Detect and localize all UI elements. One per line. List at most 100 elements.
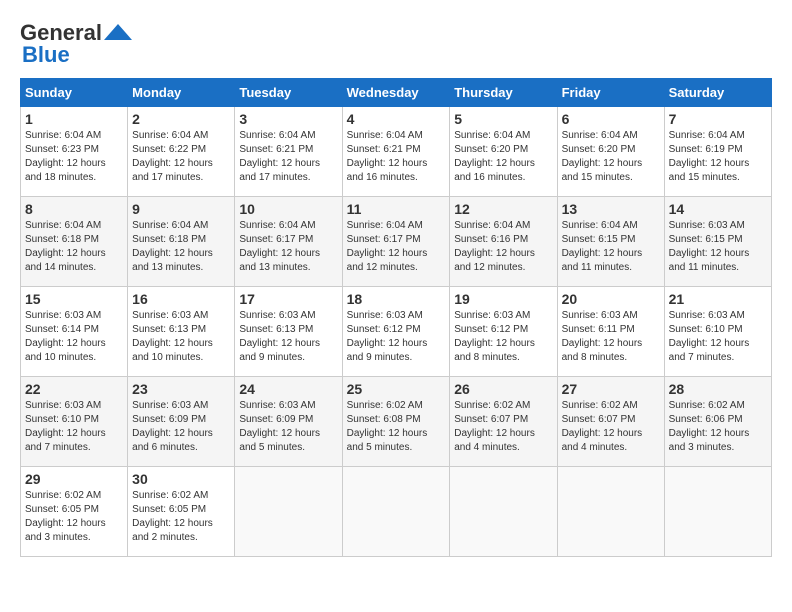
calendar-cell: 1Sunrise: 6:04 AMSunset: 6:23 PMDaylight… — [21, 107, 128, 197]
day-number: 14 — [669, 201, 767, 217]
day-number: 26 — [454, 381, 552, 397]
day-info: Sunrise: 6:03 AMSunset: 6:12 PMDaylight:… — [454, 310, 535, 363]
calendar-cell: 20 Sunrise: 6:03 AMSunset: 6:11 PMDayligh… — [557, 287, 664, 377]
day-number: 2 — [132, 111, 230, 127]
day-info: Sunrise: 6:03 AMSunset: 6:15 PMDaylight:… — [669, 220, 750, 273]
calendar-cell: 11Sunrise: 6:04 AMSunset: 6:17 PMDayligh… — [342, 197, 450, 287]
day-number: 10 — [239, 201, 337, 217]
day-info: Sunrise: 6:03 AMSunset: 6:11 PMDaylight:… — [562, 310, 643, 363]
calendar-cell: 17 Sunrise: 6:03 AMSunset: 6:13 PMDayligh… — [235, 287, 342, 377]
calendar-cell: 8 Sunrise: 6:04 AMSunset: 6:18 PMDaylight… — [21, 197, 128, 287]
calendar-cell: 15Sunrise: 6:03 AMSunset: 6:14 PMDayligh… — [21, 287, 128, 377]
day-info: Sunrise: 6:04 AMSunset: 6:15 PMDaylight:… — [562, 220, 643, 273]
calendar-cell — [664, 467, 771, 557]
day-number: 19 — [454, 291, 552, 307]
day-info: Sunrise: 6:02 AMSunset: 6:05 PMDaylight:… — [25, 490, 106, 543]
day-info: Sunrise: 6:04 AMSunset: 6:22 PMDaylight:… — [132, 130, 213, 183]
day-number: 1 — [25, 111, 123, 127]
day-number: 28 — [669, 381, 767, 397]
calendar-cell: 5 Sunrise: 6:04 AMSunset: 6:20 PMDaylight… — [450, 107, 557, 197]
header-tuesday: Tuesday — [235, 79, 342, 107]
day-number: 24 — [239, 381, 337, 397]
calendar-cell: 6 Sunrise: 6:04 AMSunset: 6:20 PMDaylight… — [557, 107, 664, 197]
calendar-row-2: 15Sunrise: 6:03 AMSunset: 6:14 PMDayligh… — [21, 287, 772, 377]
header-saturday: Saturday — [664, 79, 771, 107]
calendar-cell: 21 Sunrise: 6:03 AMSunset: 6:10 PMDayligh… — [664, 287, 771, 377]
day-info: Sunrise: 6:03 AMSunset: 6:13 PMDaylight:… — [239, 310, 320, 363]
calendar-row-0: 1Sunrise: 6:04 AMSunset: 6:23 PMDaylight… — [21, 107, 772, 197]
day-info: Sunrise: 6:04 AMSunset: 6:17 PMDaylight:… — [239, 220, 320, 273]
day-number: 18 — [347, 291, 446, 307]
day-number: 8 — [25, 201, 123, 217]
calendar-cell: 28 Sunrise: 6:02 AMSunset: 6:06 PMDayligh… — [664, 377, 771, 467]
calendar-cell: 26 Sunrise: 6:02 AMSunset: 6:07 PMDayligh… — [450, 377, 557, 467]
calendar-cell: 29 Sunrise: 6:02 AMSunset: 6:05 PMDayligh… — [21, 467, 128, 557]
day-number: 9 — [132, 201, 230, 217]
day-number: 16 — [132, 291, 230, 307]
day-number: 11 — [347, 201, 446, 217]
logo-blue: Blue — [22, 42, 70, 68]
header-monday: Monday — [128, 79, 235, 107]
calendar-cell — [557, 467, 664, 557]
calendar-cell — [342, 467, 450, 557]
day-info: Sunrise: 6:04 AMSunset: 6:21 PMDaylight:… — [239, 130, 320, 183]
calendar-cell: 7 Sunrise: 6:04 AMSunset: 6:19 PMDaylight… — [664, 107, 771, 197]
day-number: 29 — [25, 471, 123, 487]
calendar-cell — [450, 467, 557, 557]
calendar-cell: 22Sunrise: 6:03 AMSunset: 6:10 PMDayligh… — [21, 377, 128, 467]
day-number: 25 — [347, 381, 446, 397]
calendar-cell: 24Sunrise: 6:03 AMSunset: 6:09 PMDayligh… — [235, 377, 342, 467]
calendar-cell: 16 Sunrise: 6:03 AMSunset: 6:13 PMDayligh… — [128, 287, 235, 377]
day-info: Sunrise: 6:03 AMSunset: 6:09 PMDaylight:… — [132, 400, 213, 453]
day-number: 7 — [669, 111, 767, 127]
calendar-row-3: 22Sunrise: 6:03 AMSunset: 6:10 PMDayligh… — [21, 377, 772, 467]
header-thursday: Thursday — [450, 79, 557, 107]
header-friday: Friday — [557, 79, 664, 107]
day-number: 20 — [562, 291, 660, 307]
calendar-cell: 14 Sunrise: 6:03 AMSunset: 6:15 PMDayligh… — [664, 197, 771, 287]
day-info: Sunrise: 6:03 AMSunset: 6:12 PMDaylight:… — [347, 310, 428, 363]
day-info: Sunrise: 6:02 AMSunset: 6:08 PMDaylight:… — [347, 400, 428, 453]
calendar-row-4: 29 Sunrise: 6:02 AMSunset: 6:05 PMDayligh… — [21, 467, 772, 557]
day-info: Sunrise: 6:03 AMSunset: 6:13 PMDaylight:… — [132, 310, 213, 363]
day-number: 21 — [669, 291, 767, 307]
day-number: 30 — [132, 471, 230, 487]
calendar-cell: 2 Sunrise: 6:04 AMSunset: 6:22 PMDaylight… — [128, 107, 235, 197]
header: General Blue — [20, 20, 772, 68]
day-number: 22 — [25, 381, 123, 397]
day-info: Sunrise: 6:04 AMSunset: 6:21 PMDaylight:… — [347, 130, 428, 183]
calendar-cell: 3 Sunrise: 6:04 AMSunset: 6:21 PMDaylight… — [235, 107, 342, 197]
day-number: 15 — [25, 291, 123, 307]
day-info: Sunrise: 6:04 AMSunset: 6:18 PMDaylight:… — [25, 220, 106, 273]
day-info: Sunrise: 6:04 AMSunset: 6:19 PMDaylight:… — [669, 130, 750, 183]
day-info: Sunrise: 6:02 AMSunset: 6:07 PMDaylight:… — [454, 400, 535, 453]
day-info: Sunrise: 6:02 AMSunset: 6:05 PMDaylight:… — [132, 490, 213, 543]
day-info: Sunrise: 6:04 AMSunset: 6:18 PMDaylight:… — [132, 220, 213, 273]
calendar-cell — [235, 467, 342, 557]
day-info: Sunrise: 6:04 AMSunset: 6:20 PMDaylight:… — [562, 130, 643, 183]
day-info: Sunrise: 6:02 AMSunset: 6:06 PMDaylight:… — [669, 400, 750, 453]
calendar-cell: 9 Sunrise: 6:04 AMSunset: 6:18 PMDaylight… — [128, 197, 235, 287]
calendar-cell: 4Sunrise: 6:04 AMSunset: 6:21 PMDaylight… — [342, 107, 450, 197]
header-sunday: Sunday — [21, 79, 128, 107]
header-wednesday: Wednesday — [342, 79, 450, 107]
day-number: 5 — [454, 111, 552, 127]
calendar-table: SundayMondayTuesdayWednesdayThursdayFrid… — [20, 78, 772, 557]
calendar-header-row: SundayMondayTuesdayWednesdayThursdayFrid… — [21, 79, 772, 107]
calendar-row-1: 8 Sunrise: 6:04 AMSunset: 6:18 PMDaylight… — [21, 197, 772, 287]
day-number: 6 — [562, 111, 660, 127]
day-number: 17 — [239, 291, 337, 307]
day-number: 12 — [454, 201, 552, 217]
calendar-cell: 25 Sunrise: 6:02 AMSunset: 6:08 PMDayligh… — [342, 377, 450, 467]
day-info: Sunrise: 6:02 AMSunset: 6:07 PMDaylight:… — [562, 400, 643, 453]
calendar-cell: 12Sunrise: 6:04 AMSunset: 6:16 PMDayligh… — [450, 197, 557, 287]
day-info: Sunrise: 6:04 AMSunset: 6:20 PMDaylight:… — [454, 130, 535, 183]
calendar-cell: 23Sunrise: 6:03 AMSunset: 6:09 PMDayligh… — [128, 377, 235, 467]
calendar-cell: 18 Sunrise: 6:03 AMSunset: 6:12 PMDayligh… — [342, 287, 450, 377]
calendar-cell: 30 Sunrise: 6:02 AMSunset: 6:05 PMDayligh… — [128, 467, 235, 557]
logo: General Blue — [20, 20, 134, 68]
day-number: 27 — [562, 381, 660, 397]
day-number: 13 — [562, 201, 660, 217]
day-info: Sunrise: 6:03 AMSunset: 6:10 PMDaylight:… — [669, 310, 750, 363]
day-number: 3 — [239, 111, 337, 127]
